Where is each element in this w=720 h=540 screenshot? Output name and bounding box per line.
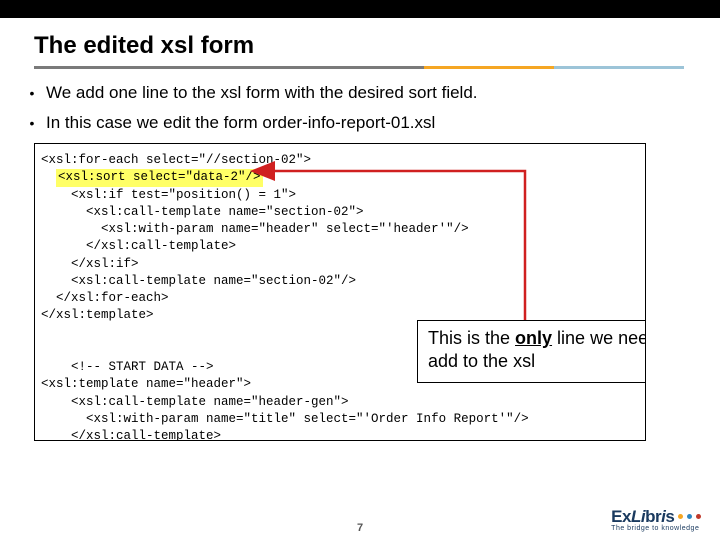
bullet-icon: • (18, 85, 46, 101)
bullet-text: We add one line to the xsl form with the… (46, 83, 478, 103)
code-line: <xsl:call-template name="section-02"> (41, 204, 641, 221)
code-line: <xsl:with-param name="header" select="'h… (41, 221, 641, 238)
callout-prefix: This is the (428, 328, 515, 348)
code-line: <xsl:for-each select="//section-02"> (41, 152, 641, 169)
title-underline (34, 66, 684, 69)
code-line: <xsl:call-template name="header-gen"> (41, 394, 641, 411)
slide-title: The edited xsl form (34, 32, 720, 60)
callout-bold: only (515, 328, 552, 348)
bullet-icon: • (18, 115, 46, 131)
code-line: </xsl:if> (41, 256, 641, 273)
code-block: <xsl:for-each select="//section-02"> <xs… (34, 143, 646, 441)
code-line: <xsl:sort select="data-2"/> (41, 169, 641, 186)
list-item: • We add one line to the xsl form with t… (18, 83, 720, 103)
logo-dot-icon (687, 514, 692, 519)
code-line: <xsl:if test="position() = 1"> (41, 187, 641, 204)
code-line: </xsl:for-each> (41, 290, 641, 307)
callout-box: This is the only line we need to add to … (417, 320, 646, 383)
bullet-list: • We add one line to the xsl form with t… (18, 83, 720, 133)
code-line: <xsl:call-template name="section-02"/> (41, 273, 641, 290)
code-line: </xsl:call-template> (41, 238, 641, 255)
brand-name: ExLibris (611, 507, 702, 527)
list-item: • In this case we edit the form order-in… (18, 113, 720, 133)
bullet-text: In this case we edit the form order-info… (46, 113, 435, 133)
brand-tagline: The bridge to knowledge (611, 525, 702, 532)
code-line: </xsl:call-template> (41, 428, 641, 441)
logo-dot-icon (696, 514, 701, 519)
top-black-bar (0, 0, 720, 18)
brand-logo: ExLibris The bridge to knowledge (611, 507, 702, 532)
code-line: <xsl:with-param name="title" select="'Or… (41, 411, 641, 428)
logo-dot-icon (678, 514, 683, 519)
